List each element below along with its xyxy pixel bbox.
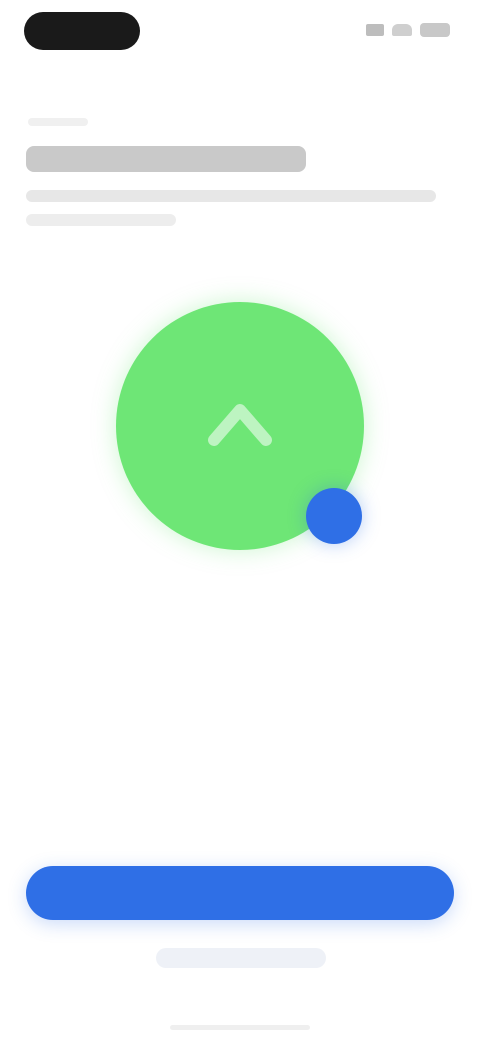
hero-illustration — [116, 302, 364, 550]
dot-badge-icon — [306, 488, 362, 544]
primary-button[interactable] — [26, 866, 454, 920]
chevron-up-icon — [200, 390, 280, 454]
battery-icon — [420, 23, 450, 37]
screen — [0, 0, 480, 1040]
eyebrow-label — [28, 118, 88, 126]
status-bar — [0, 0, 480, 60]
secondary-link[interactable] — [156, 948, 326, 968]
signal-icon — [366, 24, 384, 36]
description-line-2 — [26, 214, 176, 226]
wifi-icon — [392, 24, 412, 36]
home-indicator — [170, 1025, 310, 1030]
status-indicators — [350, 20, 450, 40]
page-title — [26, 146, 306, 172]
description-line-1 — [26, 190, 436, 202]
status-time-pill — [24, 12, 140, 50]
